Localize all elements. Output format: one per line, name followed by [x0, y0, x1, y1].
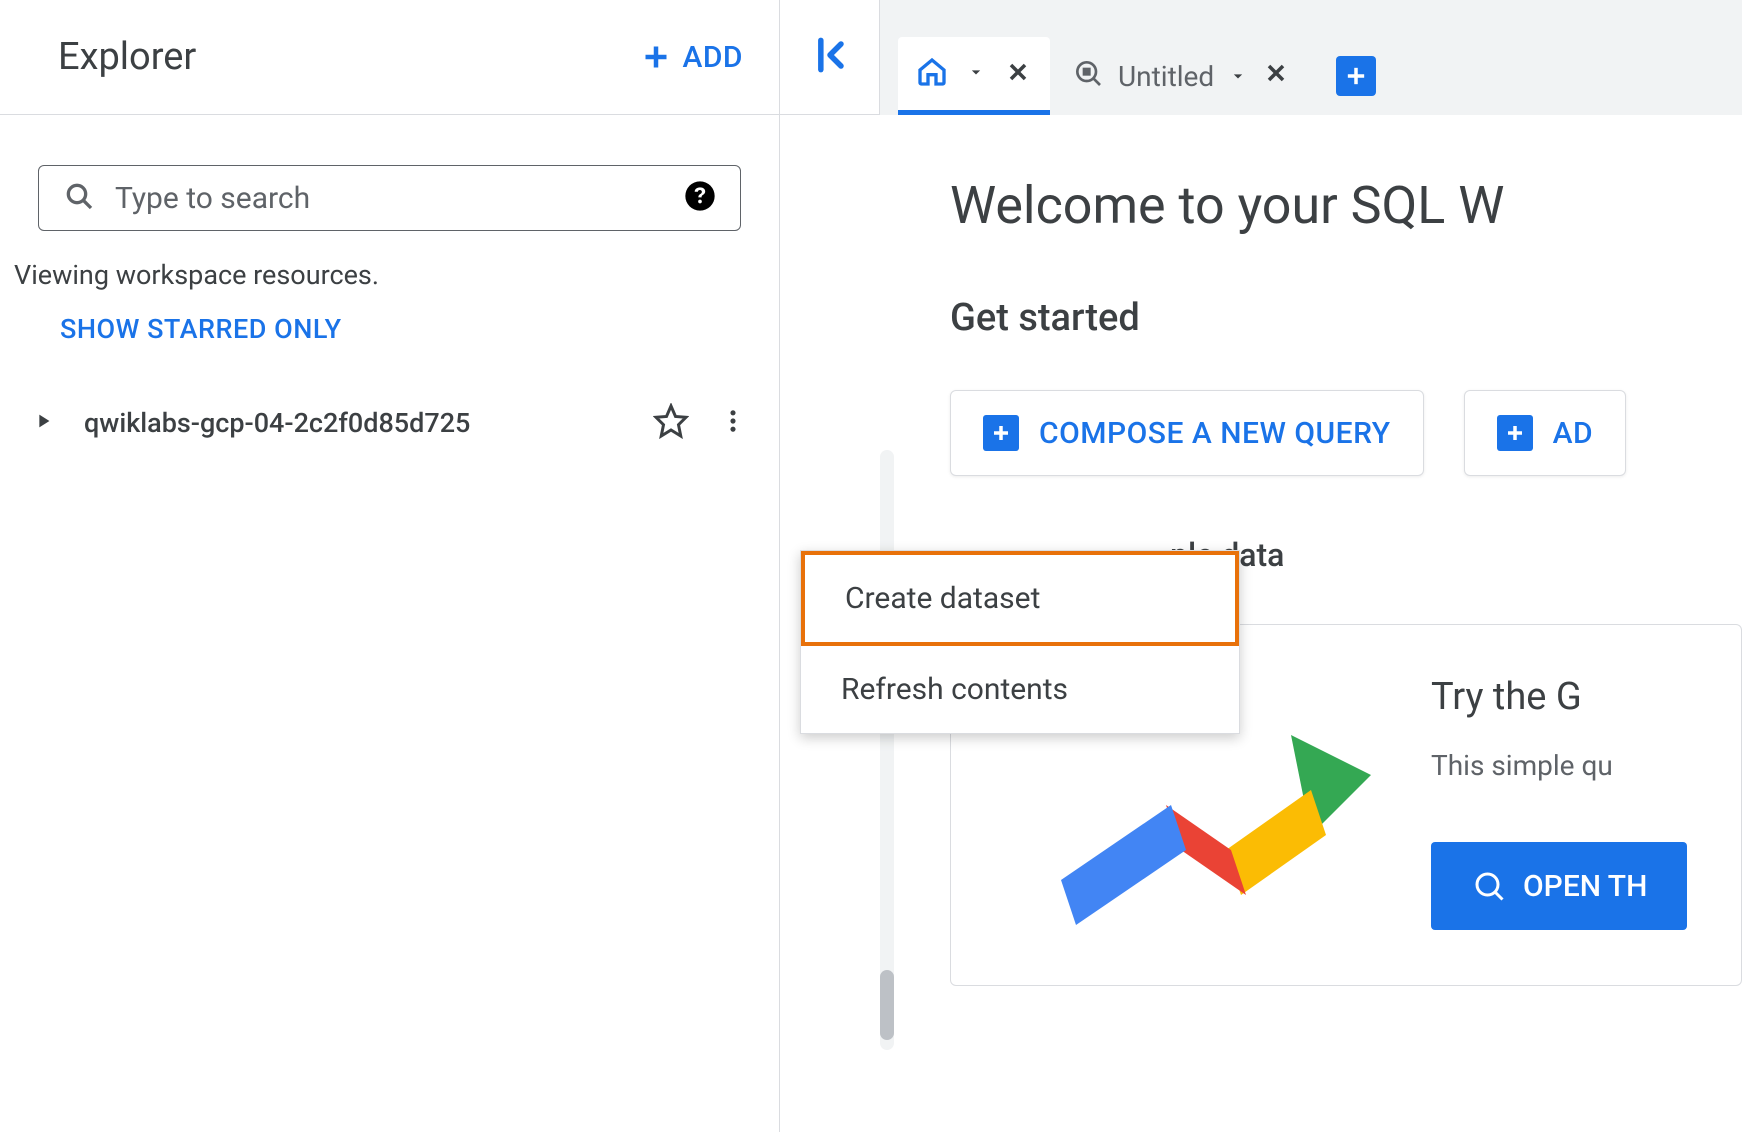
show-starred-button[interactable]: SHOW STARRED ONLY	[0, 295, 779, 363]
search-input-wrapper[interactable]	[38, 165, 741, 231]
search-icon	[63, 180, 95, 216]
sample-text: Try the G This simple qu OPEN TH	[1431, 675, 1691, 930]
sample-data-label: ple data	[1170, 536, 1742, 574]
resource-tree: qwiklabs-gcp-04-2c2f0d85d725	[0, 363, 779, 453]
tabs-bar: Untitled	[880, 0, 1742, 115]
get-started-heading: Get started	[950, 296, 1742, 340]
scrollbar-thumb[interactable]	[880, 970, 894, 1040]
chevron-down-icon[interactable]	[966, 62, 986, 86]
plus-box-icon	[1497, 415, 1533, 451]
star-icon[interactable]	[653, 403, 689, 443]
collapse-panel-button[interactable]	[808, 33, 852, 81]
plus-icon	[638, 39, 674, 75]
context-menu: Create dataset Refresh contents	[800, 550, 1240, 734]
tree-item-project[interactable]: qwiklabs-gcp-04-2c2f0d85d725	[14, 393, 765, 453]
plus-icon	[1342, 62, 1370, 90]
help-icon[interactable]	[684, 180, 716, 216]
sample-title: Try the G	[1431, 675, 1691, 719]
welcome-title: Welcome to your SQL W	[950, 175, 1742, 236]
plus-box-icon	[983, 415, 1019, 451]
open-button-label: OPEN TH	[1523, 869, 1647, 904]
collapse-section	[780, 0, 880, 115]
more-vert-icon[interactable]	[719, 407, 747, 439]
close-icon[interactable]	[1262, 59, 1290, 94]
explorer-header: Explorer ADD	[0, 0, 779, 115]
compose-query-label: COMPOSE A NEW QUERY	[1039, 416, 1391, 451]
chevron-down-icon[interactable]	[1228, 60, 1248, 93]
resource-info: Viewing workspace resources.	[0, 241, 779, 295]
scrollbar-track[interactable]	[880, 450, 894, 1050]
add-data-card[interactable]: AD	[1464, 390, 1626, 476]
home-icon	[916, 56, 948, 92]
tab-untitled[interactable]: Untitled	[1054, 37, 1308, 115]
project-name: qwiklabs-gcp-04-2c2f0d85d725	[84, 407, 623, 439]
chevron-right-icon[interactable]	[32, 410, 54, 436]
menu-item-refresh-contents[interactable]: Refresh contents	[801, 646, 1239, 733]
search-area	[0, 115, 779, 241]
explorer-panel: Explorer ADD	[0, 0, 780, 1132]
add-data-label: AD	[1553, 416, 1593, 451]
tab-untitled-label: Untitled	[1118, 60, 1214, 93]
close-icon[interactable]	[1004, 58, 1032, 90]
add-button-label: ADD	[682, 40, 743, 75]
query-icon	[1471, 868, 1507, 904]
query-icon	[1072, 57, 1104, 96]
search-input[interactable]	[115, 181, 664, 216]
explorer-title: Explorer	[58, 35, 196, 79]
open-query-button[interactable]: OPEN TH	[1431, 842, 1687, 930]
new-tab-button[interactable]	[1336, 56, 1376, 96]
add-button[interactable]: ADD	[638, 39, 743, 75]
compose-query-card[interactable]: COMPOSE A NEW QUERY	[950, 390, 1424, 476]
tab-home[interactable]	[898, 37, 1050, 115]
menu-item-create-dataset[interactable]: Create dataset	[801, 551, 1239, 646]
sample-desc: This simple qu	[1431, 749, 1691, 782]
action-cards: COMPOSE A NEW QUERY AD	[950, 390, 1742, 476]
